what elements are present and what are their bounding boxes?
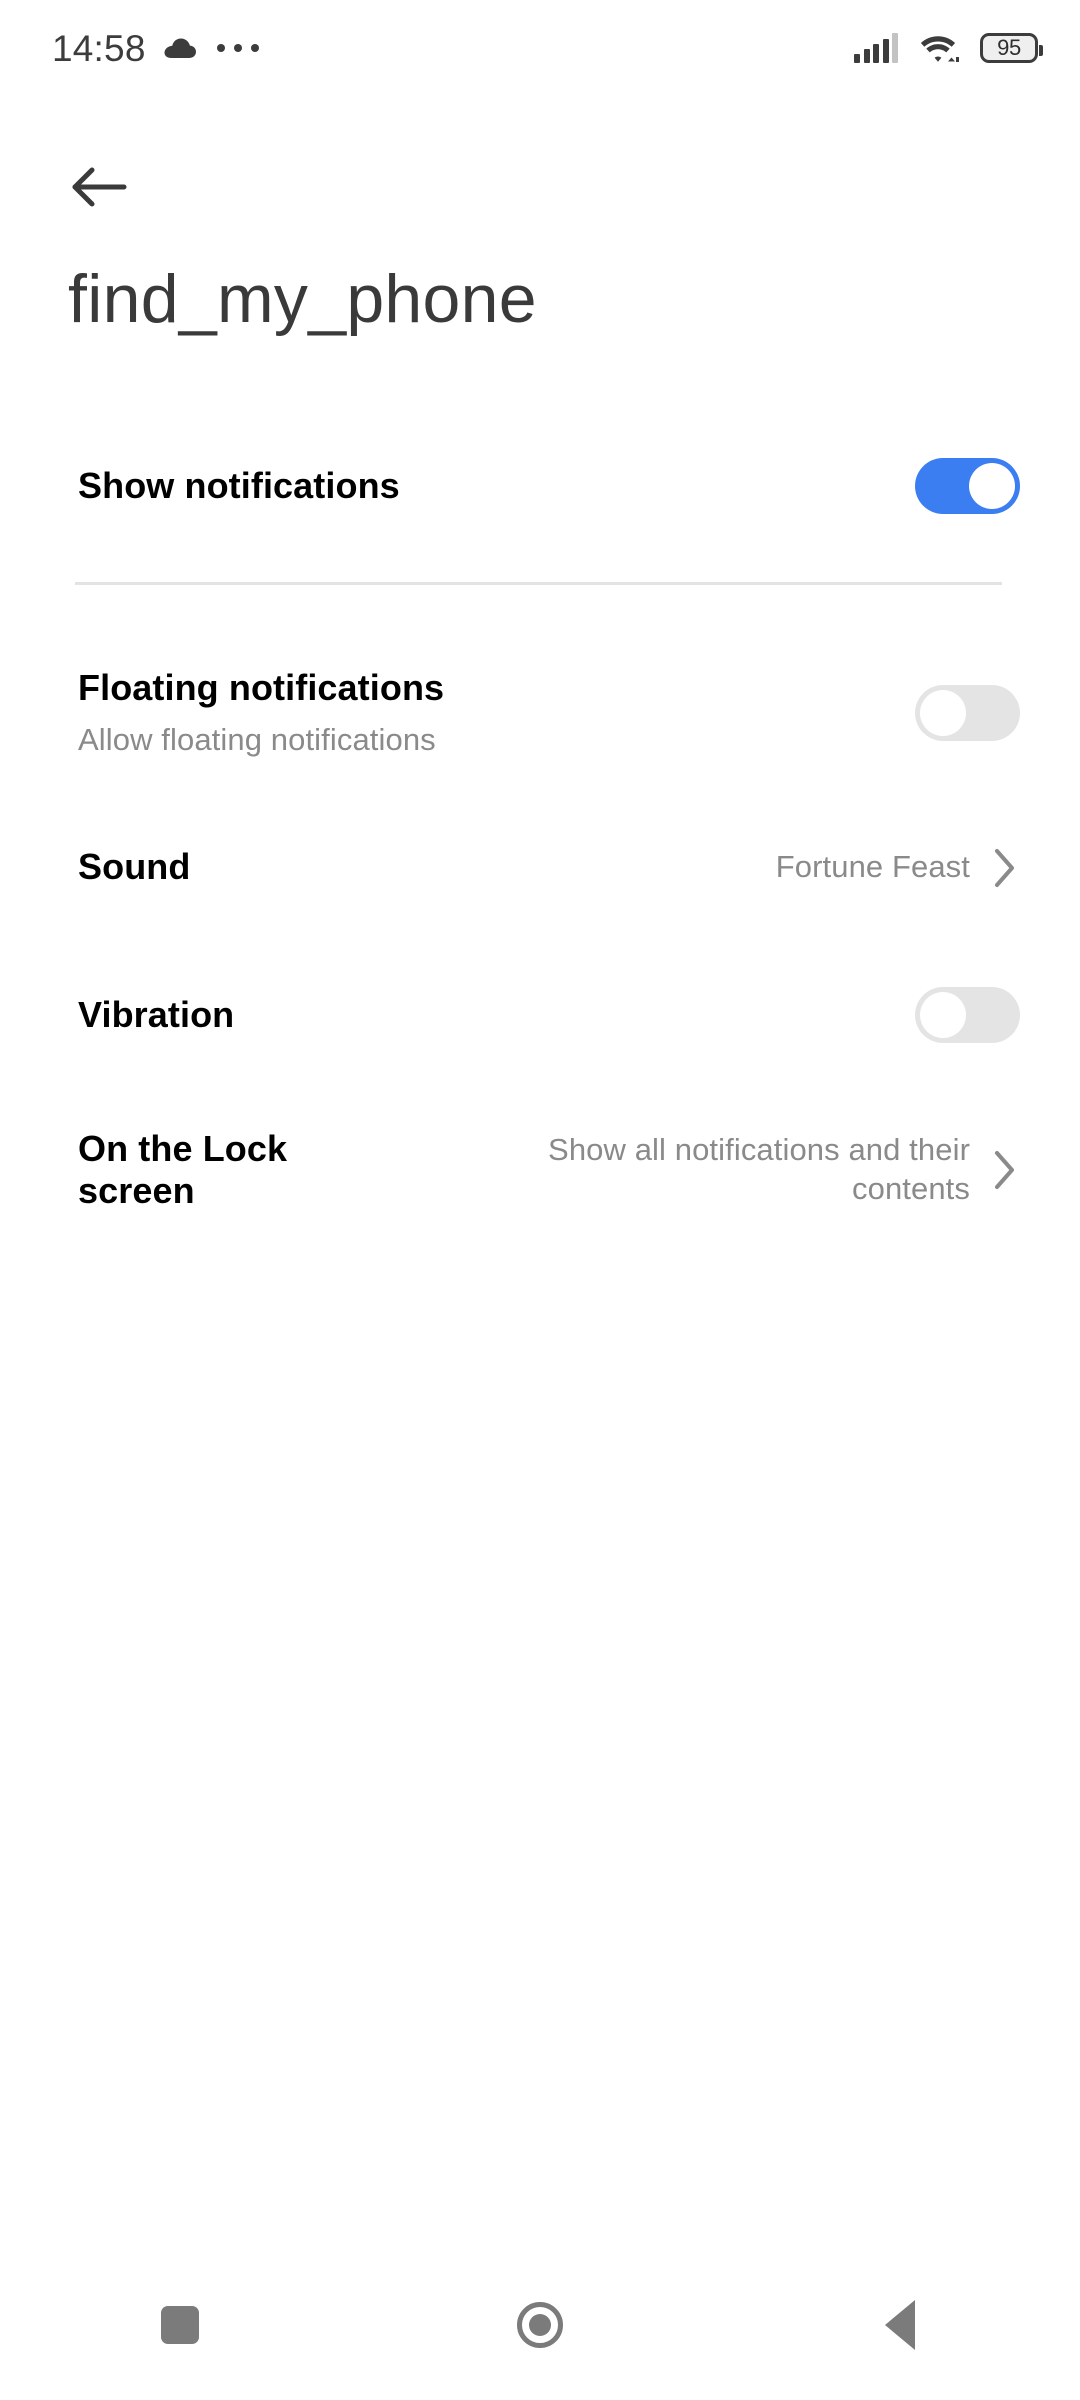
row-sound-label: Sound: [78, 846, 191, 888]
row-vibration-label: Vibration: [78, 993, 235, 1035]
toggle-floating-notifications[interactable]: [915, 684, 1020, 741]
nav-recents-button[interactable]: [0, 2250, 360, 2400]
status-bar: 14:58 95: [0, 0, 1080, 96]
toggle-knob: [920, 689, 966, 736]
row-sound[interactable]: Sound Fortune Feast: [0, 795, 1080, 940]
back-triangle-icon: [885, 2300, 915, 2350]
status-bar-left: 14:58: [52, 30, 259, 67]
toggle-knob: [969, 463, 1015, 509]
settings-list: Show notifications Floating notification…: [0, 430, 1080, 1250]
row-floating-notifications[interactable]: Floating notifications Allow floating no…: [0, 630, 1080, 795]
row-vibration[interactable]: Vibration: [0, 940, 1080, 1090]
row-floating-notifications-text: Floating notifications Allow floating no…: [78, 667, 444, 758]
toggle-show-notifications[interactable]: [915, 458, 1020, 514]
row-sound-text: Sound: [78, 846, 190, 888]
battery-level-label: 95: [997, 35, 1021, 60]
cellular-signal-icon: [854, 33, 898, 63]
row-lock-screen-label: On the Lock screen: [78, 1127, 288, 1211]
chevron-right-icon: [995, 1151, 1014, 1189]
chevron-right-icon: [995, 848, 1014, 887]
home-circle-icon: [517, 2302, 563, 2348]
status-bar-right: 95: [854, 32, 1043, 65]
back-button[interactable]: [48, 137, 168, 237]
section-divider: [75, 582, 1002, 585]
status-bar-clock: 14:58: [52, 27, 146, 69]
row-show-notifications-text: Show notifications: [78, 465, 400, 507]
row-lock-screen-text: On the Lock screen: [78, 1128, 368, 1213]
row-floating-notifications-subtitle: Allow floating notifications: [78, 721, 436, 757]
nav-home-button[interactable]: [360, 2250, 720, 2400]
nav-back-button[interactable]: [720, 2250, 1080, 2400]
page-title: find_my_phone: [68, 261, 537, 337]
row-floating-notifications-label: Floating notifications: [78, 667, 445, 709]
toggle-knob: [920, 992, 966, 1038]
toggle-vibration[interactable]: [915, 987, 1020, 1043]
battery-icon: 95: [980, 33, 1043, 63]
app-screen: 14:58 95 find_my_phone Show notification…: [0, 0, 1080, 2400]
more-dots-icon: [216, 44, 259, 52]
back-arrow-icon: [72, 167, 127, 207]
wifi-icon: [920, 35, 959, 62]
row-show-notifications[interactable]: Show notifications: [0, 430, 1080, 542]
row-lock-screen-value: Show all notifications and their content…: [548, 1132, 970, 1206]
row-sound-value: Fortune Feast: [775, 849, 970, 885]
row-vibration-text: Vibration: [78, 994, 234, 1036]
row-lock-screen[interactable]: On the Lock screen Show all notification…: [0, 1090, 1080, 1250]
recents-square-icon: [161, 2306, 199, 2344]
navigation-bar: [0, 2250, 1080, 2400]
row-show-notifications-label: Show notifications: [78, 464, 400, 506]
cloud-icon: [164, 38, 196, 58]
